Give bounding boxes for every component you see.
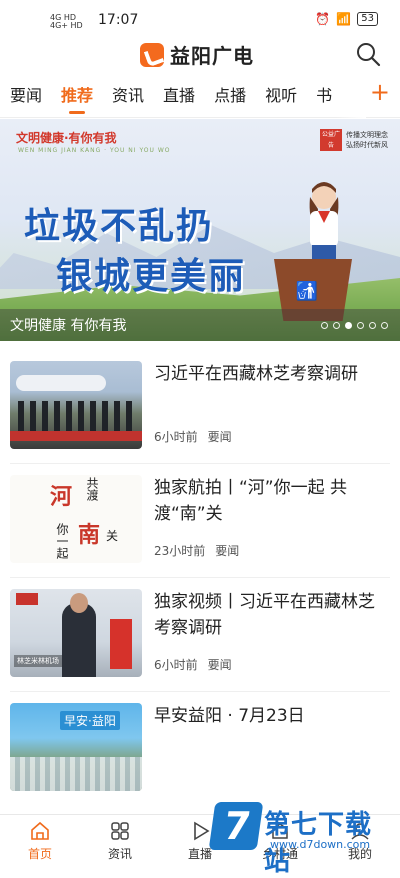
tab-tuijian[interactable]: 推荐 (61, 82, 93, 106)
news-tag: 要闻 (208, 656, 232, 673)
news-title: 早安益阳 · 7月23日 (154, 703, 390, 729)
banner-brand: 文明健康·有你有我 (16, 129, 117, 146)
banner-headline-1: 垃圾不乱扔 (24, 197, 214, 249)
logo-icon (140, 43, 164, 67)
network-indicator: 4G HD 4G+ HD (50, 14, 83, 30)
news-time: 23小时前 (154, 542, 205, 559)
tabbar-home[interactable]: 首页 (0, 815, 80, 866)
status-bar: 4G HD 4G+ HD 17:07 ⏰ 📶 53 (0, 0, 400, 40)
carousel-dots (321, 322, 388, 329)
news-list: 习近平在西藏林芝考察调研 6小时前 要闻 河 共渡 你一起 南 关 独家航拍丨“… (0, 349, 400, 805)
wifi-icon: 📶 (336, 12, 351, 26)
news-thumbnail: 早安·益阳 (10, 703, 142, 791)
alarm-icon: ⏰ (315, 12, 330, 26)
news-time: 6小时前 (154, 428, 198, 445)
banner-caption: 文明健康 有你有我 (10, 315, 126, 335)
home-icon (29, 820, 51, 842)
tab-zixun[interactable]: 资讯 (112, 82, 144, 106)
grid-icon (109, 820, 131, 842)
banner-seal: 公益广告 (320, 129, 342, 151)
watermark-url: www.d7down.com (270, 838, 370, 851)
tab-zhibo[interactable]: 直播 (163, 82, 195, 106)
banner-slogan-2: 弘扬时代新风 (346, 140, 388, 150)
news-item[interactable]: 河 共渡 你一起 南 关 独家航拍丨“河”你一起 共渡“南”关 23小时前 要闻 (0, 463, 400, 577)
clock: 17:07 (98, 12, 138, 28)
tabbar-news[interactable]: 资讯 (80, 815, 160, 866)
carousel-dot[interactable] (357, 322, 364, 329)
watermark-logo-icon (209, 802, 264, 850)
news-title: 习近平在西藏林芝考察调研 (154, 361, 390, 387)
news-thumbnail (10, 361, 142, 449)
carousel-dot[interactable] (381, 322, 388, 329)
news-thumbnail: 林芝米林机场 (10, 589, 142, 677)
app-logo: 益阳广电 (140, 40, 254, 69)
tab-shu[interactable]: 书 (316, 82, 332, 106)
tab-dianbo[interactable]: 点播 (214, 82, 246, 106)
play-icon (189, 820, 211, 842)
banner-carousel[interactable]: 文明健康·有你有我 WEN MING JIAN KANG · YOU NI YO… (0, 119, 400, 341)
news-item[interactable]: 习近平在西藏林芝考察调研 6小时前 要闻 (0, 349, 400, 463)
battery-indicator: 53 (357, 12, 378, 26)
banner-headline-2: 银城更美丽 (56, 247, 246, 299)
news-tag: 要闻 (208, 428, 232, 445)
channel-tabs: 要闻 推荐 资讯 直播 点播 视听 书 + (0, 70, 400, 118)
news-title: 独家航拍丨“河”你一起 共渡“南”关 (154, 475, 390, 527)
tab-yaowen[interactable]: 要闻 (10, 82, 42, 106)
news-tag: 要闻 (215, 542, 239, 559)
app-header: 益阳广电 (0, 40, 400, 70)
banner-brand-sub: WEN MING JIAN KANG · YOU NI YOU WO (18, 147, 170, 154)
carousel-dot[interactable] (333, 322, 340, 329)
carousel-dot[interactable] (369, 322, 376, 329)
site-watermark: 第七下载站 www.d7down.com (212, 802, 392, 862)
tab-shiting[interactable]: 视听 (265, 82, 297, 106)
carousel-dot[interactable] (321, 322, 328, 329)
news-time: 6小时前 (154, 656, 198, 673)
carousel-dot[interactable] (345, 322, 352, 329)
news-item[interactable]: 早安·益阳 早安益阳 · 7月23日 (0, 691, 400, 805)
search-icon[interactable] (354, 40, 382, 68)
add-channel-icon[interactable]: + (370, 80, 390, 104)
recycle-person-icon: 🚮 (296, 281, 318, 302)
news-thumbnail: 河 共渡 你一起 南 关 (10, 475, 142, 563)
news-item[interactable]: 林芝米林机场 独家视频丨习近平在西藏林芝考察调研 6小时前 要闻 (0, 577, 400, 691)
banner-slogan-1: 传播文明理念 (346, 130, 388, 140)
news-title: 独家视频丨习近平在西藏林芝考察调研 (154, 589, 390, 641)
app-name: 益阳广电 (170, 40, 254, 69)
